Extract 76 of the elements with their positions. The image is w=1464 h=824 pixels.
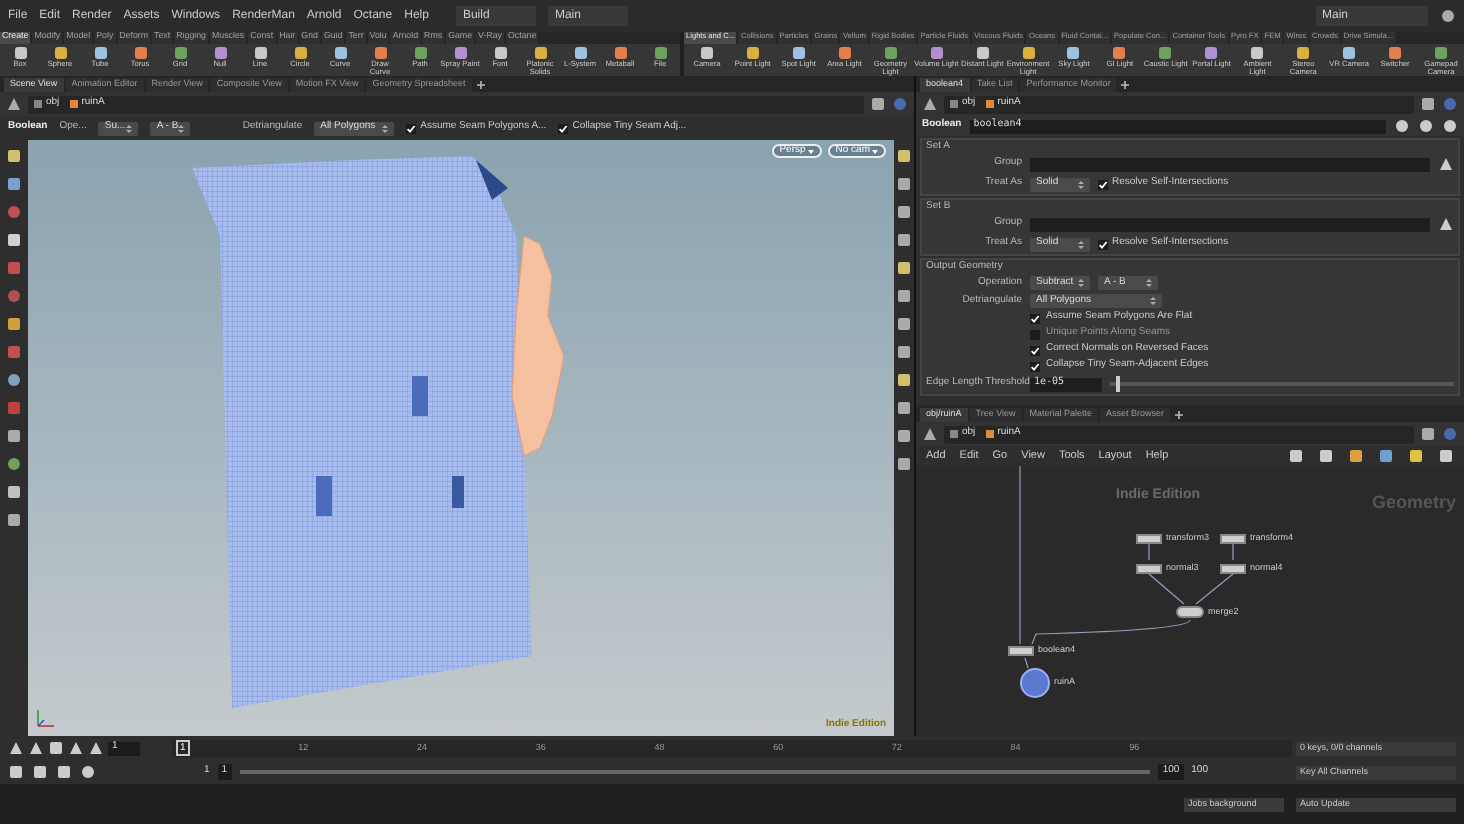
tool-icon [1296,46,1311,60]
node-box[interactable] [1220,563,1246,574]
node-box[interactable] [1008,645,1034,656]
add-tab-icon[interactable] [1174,410,1185,420]
checkbox[interactable] [558,123,569,133]
node-box[interactable] [1176,606,1204,619]
node-box[interactable] [1136,563,1162,574]
node-box[interactable] [1220,533,1246,544]
tool-icon [1388,46,1403,60]
spinner-arrows-icon [1078,278,1084,288]
connector-line [1232,543,1234,561]
spinner-arrows-icon [126,123,133,133]
tool-icon [975,46,990,60]
slider-handle[interactable] [1116,376,1121,392]
tool-icon [213,46,227,60]
tool-icon [413,46,427,60]
spinner-arrows-icon [1150,296,1156,306]
tool-icon [133,46,147,60]
tool-icon [1021,46,1036,60]
axis-gizmo-icon [36,708,56,728]
connector-line [1195,573,1234,605]
add-tab-icon[interactable] [475,80,486,90]
play-icon[interactable] [68,740,84,756]
checkbox[interactable] [1030,345,1040,355]
checkbox[interactable] [1098,179,1108,189]
connector-line [1148,543,1150,561]
checkbox[interactable] [1030,313,1040,323]
tool-icon [253,46,267,60]
checkbox[interactable] [1030,329,1040,339]
tool-icon [293,46,307,60]
tool-icon [173,46,187,60]
arrow-icon[interactable] [1438,216,1454,232]
connector-line [1148,573,1185,605]
group-field[interactable] [1030,217,1430,231]
tool-icon [333,46,347,60]
add-tab-icon[interactable] [1120,80,1131,90]
spinner-arrows-icon [178,123,185,133]
tool-icon [1204,46,1219,60]
group-field[interactable] [1030,157,1430,171]
tool-icon [493,46,507,60]
tool-icon [13,46,27,60]
tool-icon [573,46,587,60]
tool-icon [745,46,760,60]
tool-icon [1250,46,1265,60]
tool-icon [93,46,107,60]
tool-icon [1158,46,1173,60]
tool-icon [653,46,667,60]
tool-icon [1433,46,1448,60]
spinner-arrows-icon [382,123,389,133]
tool-icon [53,46,67,60]
spinner-arrows-icon [1078,179,1084,189]
playback-icon[interactable] [88,740,104,756]
tool-icon [1342,46,1357,60]
tool-icon [533,46,547,60]
checkbox[interactable] [406,123,417,133]
checkbox[interactable] [1030,361,1040,371]
stop-icon[interactable] [48,740,64,756]
spinner-arrows-icon [1078,239,1084,249]
caret-icon [807,149,814,153]
tool-icon [453,46,467,60]
tool-icon [613,46,627,60]
tool-icon [837,46,852,60]
tool-icon [699,46,714,60]
tool-icon [1112,46,1127,60]
caret-icon [872,149,878,153]
tool-icon [883,46,898,60]
tool-icon [791,46,806,60]
tool-icon [373,46,387,60]
arrow-icon[interactable] [1438,156,1454,172]
tool-icon [1066,46,1081,60]
connector-line [1024,657,1029,669]
node-icon[interactable] [1020,668,1050,698]
checkbox[interactable] [1098,239,1108,249]
spinner-arrows-icon [1146,278,1152,288]
tool-icon [929,46,944,60]
node-box[interactable] [1136,533,1162,544]
